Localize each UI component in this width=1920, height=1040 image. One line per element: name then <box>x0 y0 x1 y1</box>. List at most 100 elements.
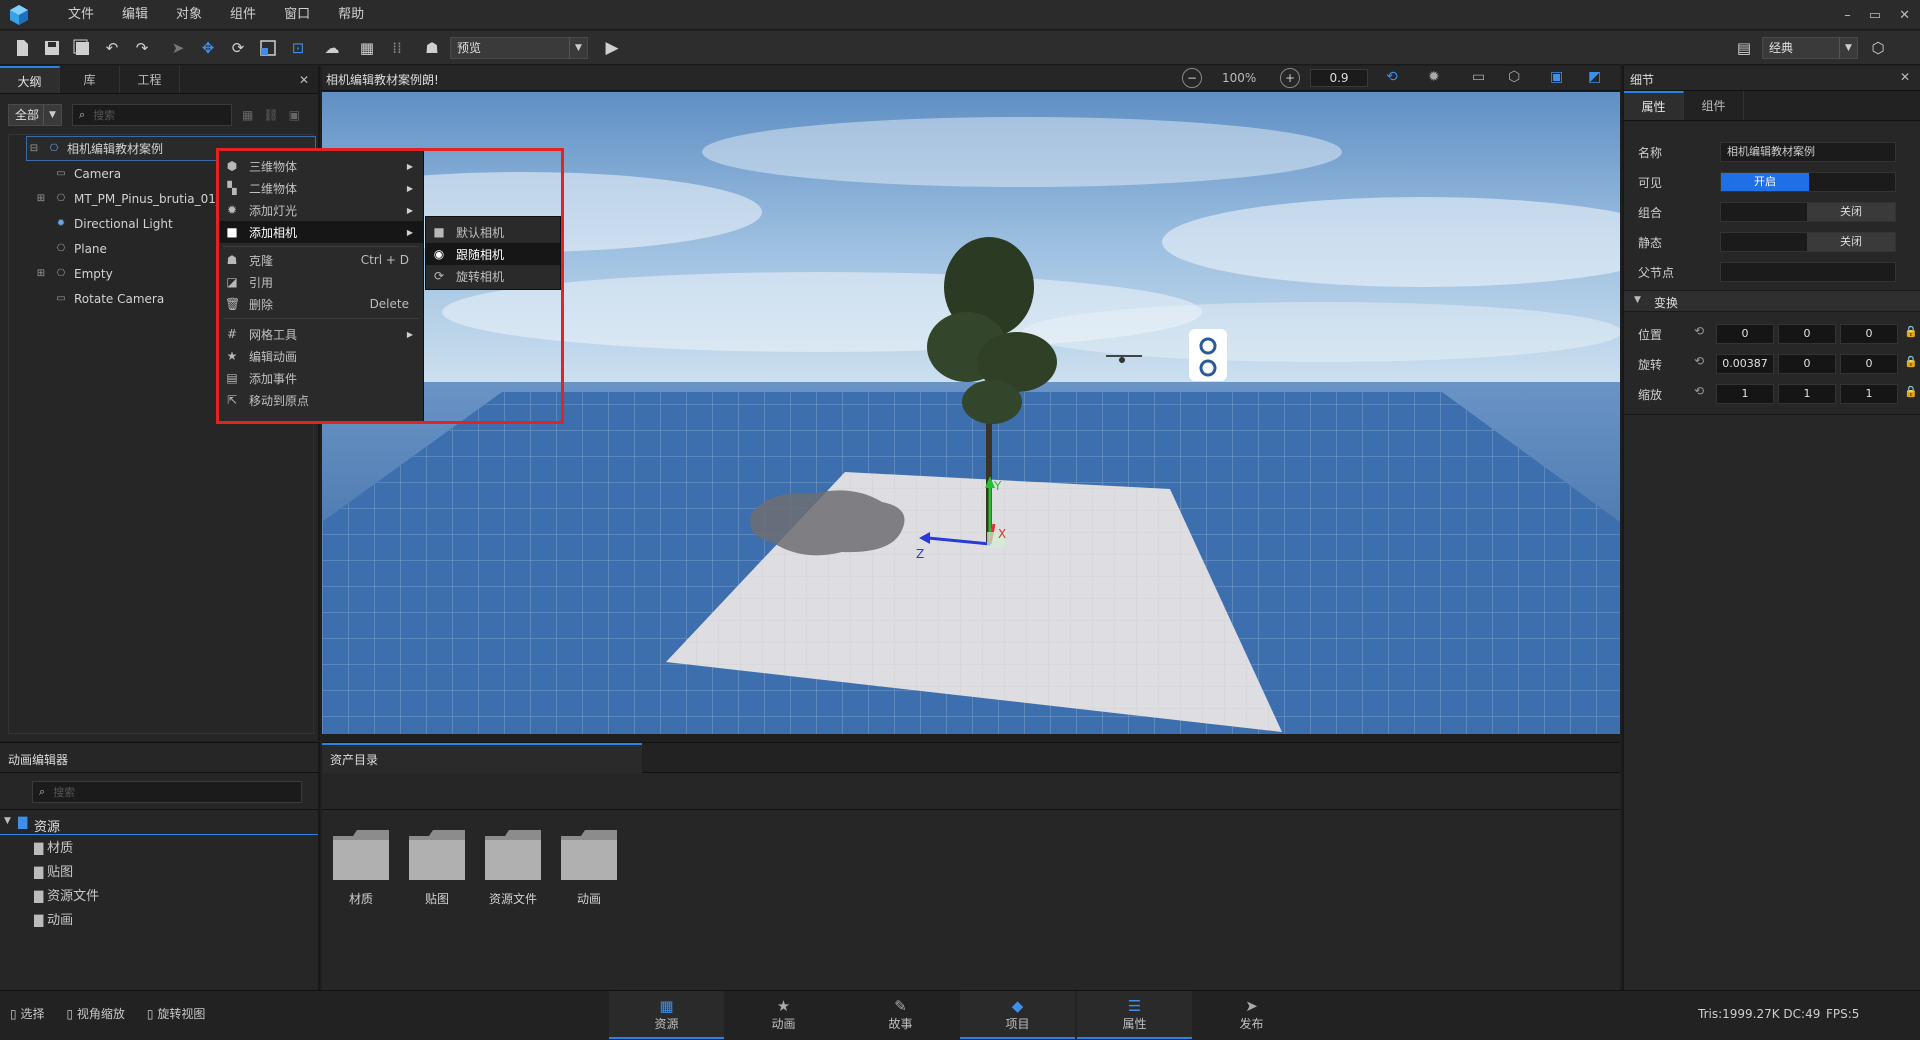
image-icon[interactable]: ▣ <box>289 108 300 122</box>
user-icon[interactable]: ☗ <box>420 36 444 60</box>
bottom-tab-resources[interactable]: ▦ 资源 <box>609 991 724 1039</box>
visible-label: 可见 <box>1638 176 1663 190</box>
tab-library[interactable]: 库 <box>60 66 120 93</box>
grid-icon[interactable]: ▦ <box>355 36 379 60</box>
tree-item-assets-root[interactable]: ▼ ▇ 资源 <box>0 813 318 835</box>
outline-search-input[interactable]: ⌕ 搜索 <box>72 104 232 126</box>
close-panel-icon[interactable]: ✕ <box>290 66 318 93</box>
speed-input[interactable]: 0.9 <box>1310 69 1368 87</box>
bottom-tab-animation[interactable]: ★ 动画 <box>726 991 841 1039</box>
cube-icon[interactable]: ⬡ <box>1508 69 1520 85</box>
tree-item-folder[interactable]: ▇ 资源文件 <box>34 885 99 904</box>
tab-asset-directory[interactable]: 资产目录 <box>322 743 642 773</box>
tab-outline[interactable]: 大纲 <box>0 66 60 93</box>
collapse-icon[interactable]: ⊟ <box>27 143 41 155</box>
transform-section-header[interactable]: ▼ 变换 <box>1624 290 1920 312</box>
snap-tool-icon[interactable]: ⊡ <box>286 36 310 60</box>
position-z-input[interactable]: 0 <box>1840 324 1898 344</box>
scale-tool-icon[interactable] <box>256 36 280 60</box>
bottom-tab-publish[interactable]: ➤ 发布 <box>1194 991 1309 1039</box>
sync-icon[interactable]: ⟲ <box>1386 69 1398 85</box>
layout-select[interactable]: 经典 ▼ <box>1762 37 1858 59</box>
rotation-z-input[interactable]: 0 <box>1840 354 1898 374</box>
mode-select[interactable]: 预览 ▼ <box>450 37 588 59</box>
rotate-tool-icon[interactable]: ⟳ <box>226 36 250 60</box>
static-toggle[interactable]: 关闭 <box>1720 232 1896 252</box>
expand-icon[interactable]: ⊞ <box>34 268 48 280</box>
bottom-tab-project[interactable]: ◆ 项目 <box>960 991 1075 1039</box>
lock-icon[interactable]: 🔒 <box>1904 355 1918 368</box>
save-icon[interactable] <box>40 36 64 60</box>
menu-window[interactable]: 窗口 <box>270 0 324 30</box>
lock-icon[interactable]: 🔒 <box>1904 325 1918 338</box>
bottom-tab-properties[interactable]: ☰ 属性 <box>1077 991 1192 1039</box>
link-icon[interactable]: ⛓ <box>263 108 278 122</box>
animation-editor-panel: 动画编辑器 ⌕ 搜索 ▼ ▇ 资源 ▇ 材质 ▇ 贴图 ▇ 资源文件 ▇ 动画 <box>0 742 320 990</box>
light-toggle-icon[interactable]: ✹ <box>1428 69 1440 85</box>
animation-search-input[interactable]: ⌕ 搜索 <box>32 781 302 803</box>
tree-item-folder[interactable]: ▇ 动画 <box>34 909 73 928</box>
layout-icon[interactable]: ▤ <box>1732 36 1756 60</box>
perspective-icon[interactable]: ◩ <box>1588 69 1601 85</box>
zoom-out-icon[interactable]: − <box>1182 68 1202 88</box>
menu-help[interactable]: 帮助 <box>324 0 378 30</box>
select-tool-icon[interactable]: ➤ <box>166 36 190 60</box>
rotation-x-input[interactable]: 0.00387 <box>1716 354 1774 374</box>
sliders-icon: ☰ <box>1127 997 1142 1015</box>
menu-file[interactable]: 文件 <box>54 0 108 30</box>
visible-toggle-value: 开启 <box>1721 173 1809 191</box>
expand-icon[interactable]: ⊞ <box>34 193 48 205</box>
settings-icon[interactable]: ⬡ <box>1866 36 1890 60</box>
menu-component[interactable]: 组件 <box>216 0 270 30</box>
scale-x-input[interactable]: 1 <box>1716 384 1774 404</box>
tab-components[interactable]: 组件 <box>1684 91 1744 120</box>
close-panel-icon[interactable]: ✕ <box>1900 70 1910 84</box>
scale-y-input[interactable]: 1 <box>1778 384 1836 404</box>
rocket-icon: ➤ <box>1245 997 1258 1015</box>
asset-folder[interactable]: 贴图 <box>406 828 468 907</box>
undo-icon[interactable]: ↶ <box>100 36 124 60</box>
asset-folder[interactable]: 资源文件 <box>482 828 544 907</box>
menu-edit[interactable]: 编辑 <box>108 0 162 30</box>
rotation-y-input[interactable]: 0 <box>1778 354 1836 374</box>
tree-item-folder[interactable]: ▇ 贴图 <box>34 861 73 880</box>
bottom-tab-story[interactable]: ✎ 故事 <box>843 991 958 1039</box>
reset-scale-icon[interactable]: ⟲ <box>1694 384 1704 398</box>
redo-icon[interactable]: ↷ <box>130 36 154 60</box>
folder-icon: ▇ <box>34 889 44 903</box>
reset-position-icon[interactable]: ⟲ <box>1694 324 1704 338</box>
visible-toggle[interactable]: 开启 <box>1720 172 1896 192</box>
parent-input[interactable] <box>1720 262 1896 282</box>
group-toggle[interactable]: 关闭 <box>1720 202 1896 222</box>
zoom-in-icon[interactable]: + <box>1280 68 1300 88</box>
lock-icon[interactable]: 🔒 <box>1904 385 1918 398</box>
minimize-button[interactable]: – <box>1844 8 1851 23</box>
maximize-button[interactable]: ▭ <box>1869 8 1881 23</box>
tab-project[interactable]: 工程 <box>120 66 180 93</box>
tab-properties[interactable]: 属性 <box>1624 91 1684 120</box>
move-tool-icon[interactable]: ✥ <box>196 36 220 60</box>
tree-item-folder[interactable]: ▇ 材质 <box>34 837 73 856</box>
save-all-icon[interactable] <box>70 36 94 60</box>
lock-view-icon[interactable]: ▣ <box>1550 69 1563 85</box>
reset-rotation-icon[interactable]: ⟲ <box>1694 354 1704 368</box>
camera-gizmo-icon[interactable] <box>1189 329 1227 381</box>
filter-icon[interactable]: ▦ <box>242 108 253 122</box>
camera-view-icon[interactable]: ▭ <box>1472 69 1485 85</box>
position-x-input[interactable]: 0 <box>1716 324 1774 344</box>
new-file-icon[interactable] <box>10 36 34 60</box>
cloud-icon[interactable]: ☁ <box>320 36 344 60</box>
close-window-button[interactable]: ✕ <box>1899 8 1910 23</box>
name-input[interactable]: 相机编辑教材案例 <box>1720 142 1896 162</box>
position-y-input[interactable]: 0 <box>1778 324 1836 344</box>
filter-select[interactable]: 全部 ▼ <box>8 104 62 126</box>
dots-grid-icon[interactable]: ⁞⁞ <box>385 36 409 60</box>
details-title: 细节 <box>1630 73 1655 87</box>
menu-object[interactable]: 对象 <box>162 0 216 30</box>
asset-folder[interactable]: 材质 <box>330 828 392 907</box>
scale-z-input[interactable]: 1 <box>1840 384 1898 404</box>
play-icon[interactable]: ▶ <box>600 36 624 60</box>
render-stats: Tris:1999.27K DC:49 <box>1698 1007 1821 1021</box>
asset-folder[interactable]: 动画 <box>558 828 620 907</box>
bottom-tab-label: 故事 <box>888 1017 913 1031</box>
